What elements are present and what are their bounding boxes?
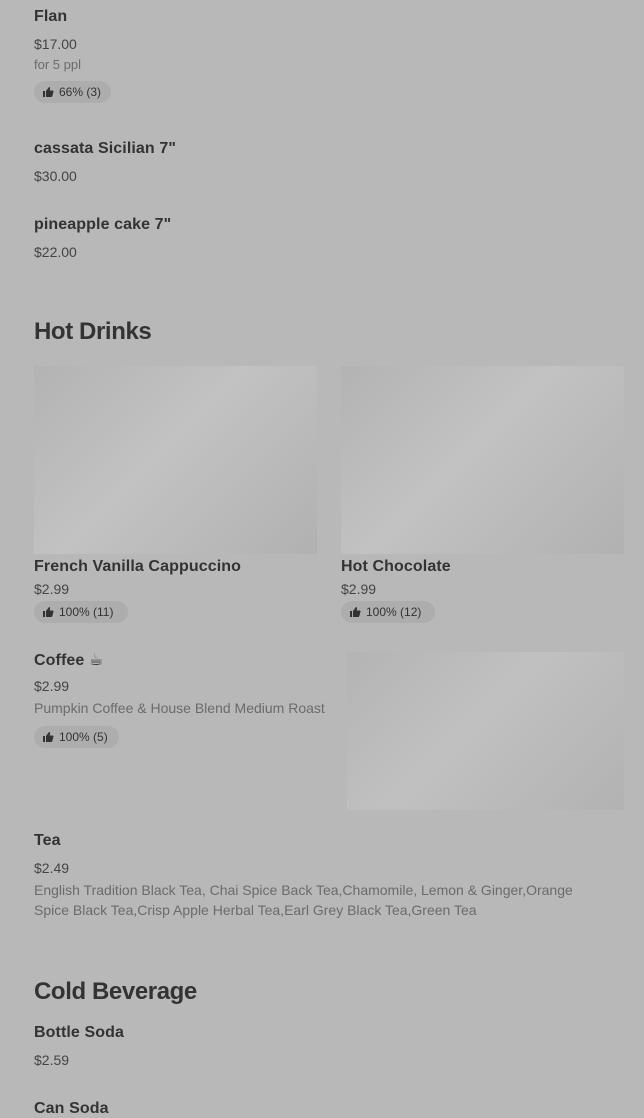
rating-badge: 100% (11) — [34, 601, 128, 623]
menu-item-bottle-soda[interactable]: Bottle Soda $2.59 — [34, 1024, 624, 1074]
item-price: $2.49 — [34, 860, 70, 876]
item-price: $2.99 — [341, 581, 377, 597]
rating-text: 66% (3) — [59, 85, 102, 99]
item-name: Hot Chocolate — [341, 558, 451, 575]
menu-card-french-vanilla-cappuccino[interactable]: French Vanilla Cappuccino $2.99 100% (11… — [34, 366, 317, 630]
menu-item-flan[interactable]: Flan $17.00 for 5 ppl 66% (3) — [34, 8, 624, 112]
item-price: $2.99 — [34, 581, 70, 597]
rating-badge: 66% (3) — [34, 81, 111, 103]
item-name: Tea — [34, 832, 61, 849]
item-price: $2.59 — [34, 1052, 70, 1068]
rating-text: 100% (11) — [59, 605, 114, 619]
rating-text: 100% (5) — [59, 730, 108, 744]
menu-card-hot-chocolate[interactable]: Hot Chocolate $2.99 100% (12) — [341, 366, 624, 630]
rating-badge: 100% (12) — [341, 601, 435, 623]
item-name: French Vanilla Cappuccino — [34, 558, 241, 575]
item-price: $17.00 — [34, 36, 77, 52]
item-name: Flan — [34, 8, 68, 25]
rating-text: 100% (12) — [366, 605, 422, 619]
item-name: Bottle Soda — [34, 1024, 124, 1041]
section-title-cold-beverage: Cold Beverage — [34, 978, 197, 1005]
item-price: $30.00 — [34, 168, 77, 184]
menu-item-tea[interactable]: Tea $2.49 English Tradition Black Tea, C… — [34, 832, 624, 928]
menu-item-can-soda[interactable]: Can Soda — [34, 1100, 624, 1118]
section-title-hot-drinks: Hot Drinks — [34, 318, 152, 345]
item-name: Can Soda — [34, 1100, 109, 1117]
thumbs-up-icon — [43, 607, 54, 617]
menu-item-coffee[interactable]: Coffee ☕ $2.99 Pumpkin Coffee & House Bl… — [34, 650, 624, 810]
item-image — [347, 652, 624, 810]
thumbs-up-icon — [43, 732, 54, 742]
rating-badge: 100% (5) — [34, 726, 119, 748]
item-description: for 5 ppl — [34, 57, 81, 72]
item-description: Pumpkin Coffee & House Blend Medium Roas… — [34, 700, 325, 716]
item-image — [341, 366, 624, 554]
menu-item-cassata[interactable]: cassata Sicilian 7" $30.00 — [34, 140, 624, 190]
thumbs-up-icon — [43, 87, 54, 97]
item-image — [34, 366, 317, 554]
item-description: English Tradition Black Tea, Chai Spice … — [34, 882, 573, 918]
item-name: pineapple cake 7" — [34, 216, 172, 233]
item-price: $22.00 — [34, 244, 77, 260]
menu-item-pineapple-cake[interactable]: pineapple cake 7" $22.00 — [34, 216, 624, 266]
thumbs-up-icon — [350, 607, 361, 617]
item-name: cassata Sicilian 7" — [34, 140, 177, 157]
